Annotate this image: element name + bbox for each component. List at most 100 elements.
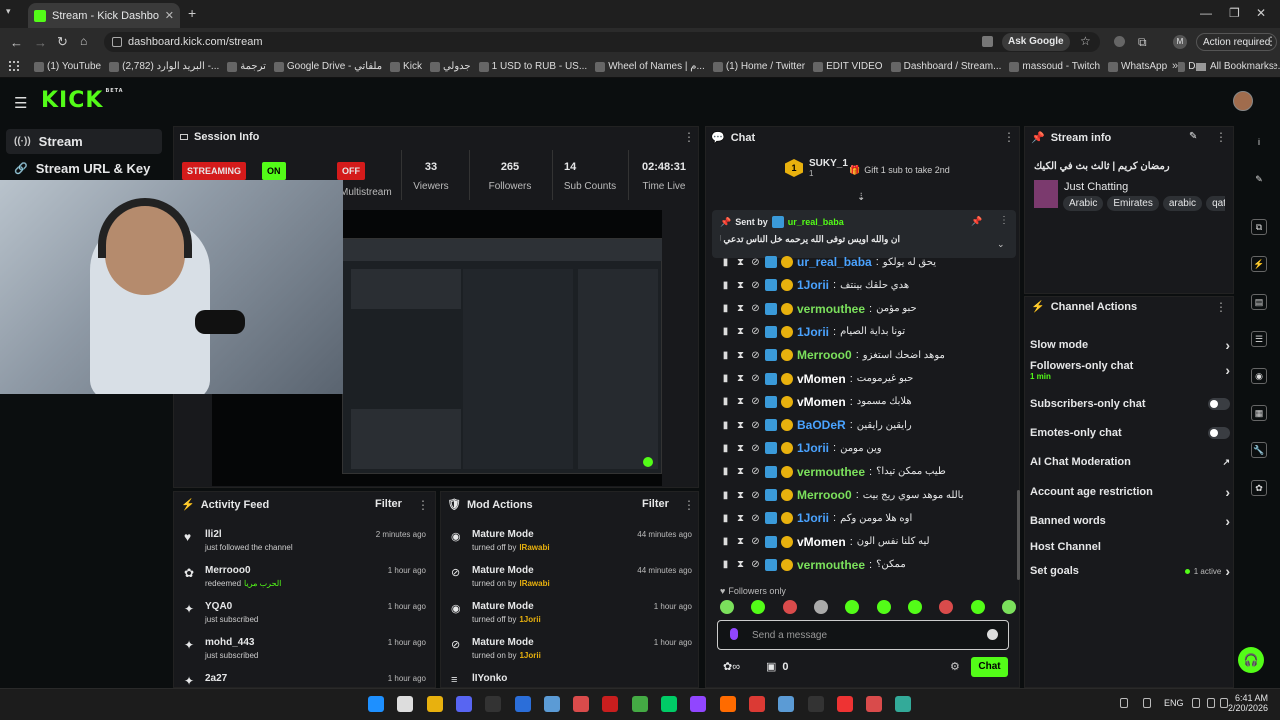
chat-username[interactable]: 1Jorii xyxy=(797,441,829,455)
chat-message[interactable]: ▮ ⧗ ⊘ vermouthee: ممكن؟ xyxy=(720,555,1016,575)
timeout-icon[interactable]: ⧗ xyxy=(735,466,746,477)
chat-message[interactable]: ▮ ⧗ ⊘ vMomen: هلابك مسمود xyxy=(720,392,1016,412)
channel-action-item[interactable]: Followers-only chat 1 min › xyxy=(1030,360,1230,381)
channel-action-control[interactable]: › xyxy=(1225,362,1230,378)
pin-message-icon[interactable]: ▮ xyxy=(720,373,731,384)
maximize-button[interactable]: ❐ xyxy=(1229,6,1240,20)
pin-message-icon[interactable]: ▮ xyxy=(720,443,731,454)
channel-action-control[interactable]: › xyxy=(1225,484,1230,500)
channel-action-item[interactable]: Host Channel xyxy=(1030,537,1230,557)
windows-start-icon[interactable] xyxy=(368,696,384,712)
chat-username[interactable]: Merrooo0 xyxy=(797,488,852,502)
stream-tag[interactable]: Arabic xyxy=(1063,196,1104,211)
activity-user[interactable]: Merrooo0 xyxy=(205,565,251,576)
activity-menu-icon[interactable]: ⋮ xyxy=(417,498,429,512)
bolt-icon[interactable]: ⚡ xyxy=(1251,256,1267,272)
chat-message[interactable]: ▮ ⧗ ⊘ vermouthee: حبو مؤمن xyxy=(720,299,1016,319)
pin-message-icon[interactable]: ▮ xyxy=(720,513,731,524)
emote-icon[interactable] xyxy=(1001,600,1016,614)
chat-message[interactable]: ▮ ⧗ ⊘ vMomen: ليه كلنا نفس الون xyxy=(720,532,1016,552)
edit-pencil-icon[interactable]: ✎ xyxy=(1189,131,1197,142)
extensions-puzzle-icon[interactable]: ⧉ xyxy=(1138,35,1147,50)
bookmark-item[interactable]: (1) YouTube xyxy=(34,61,101,72)
bookmark-item[interactable]: WhatsApp xyxy=(1108,61,1167,72)
ban-icon[interactable]: ⊘ xyxy=(750,420,761,431)
chat-username[interactable]: BaODeR xyxy=(797,418,846,432)
extension-icon[interactable] xyxy=(1114,36,1125,47)
channel-action-item[interactable]: Slow mode › xyxy=(1030,335,1230,355)
chat-message[interactable]: ▮ ⧗ ⊘ ur_real_baba: يحق له يولكو xyxy=(720,252,1016,272)
app-icon[interactable] xyxy=(602,696,619,712)
kick-logo[interactable]: KICK BETA xyxy=(41,88,124,113)
timeout-icon[interactable]: ⧗ xyxy=(735,396,746,407)
pin-message-icon[interactable]: ▮ xyxy=(720,257,731,268)
new-tab-button[interactable]: + xyxy=(188,5,196,21)
chevron-up-icon[interactable] xyxy=(1120,698,1128,708)
ban-icon[interactable]: ⊘ xyxy=(750,350,761,361)
timeout-icon[interactable]: ⧗ xyxy=(735,373,746,384)
pin-message-icon[interactable]: ▮ xyxy=(720,303,731,314)
emote-icon[interactable] xyxy=(720,600,734,614)
gift-box[interactable]: ▣ 0 xyxy=(766,660,789,674)
apps-grid-icon[interactable] xyxy=(9,61,19,71)
timeout-icon[interactable]: ⧗ xyxy=(735,443,746,454)
timeout-icon[interactable]: ⧗ xyxy=(735,536,746,547)
broadcast-icon[interactable]: ◉ xyxy=(1251,368,1267,384)
emote-icon[interactable] xyxy=(970,600,985,614)
activity-user[interactable]: mohd_443 xyxy=(205,637,254,648)
bookmark-item[interactable]: Google Drive - ملفاتي xyxy=(273,61,382,72)
channel-actions-menu-icon[interactable]: ⋮ xyxy=(1215,300,1227,314)
chat-message[interactable]: ▮ ⧗ ⊘ 1Jorii: تونا بداية الصيام xyxy=(720,322,1016,342)
emote-icon[interactable] xyxy=(907,600,922,614)
more-bookmarks-icon[interactable]: » xyxy=(1172,60,1179,72)
activity-user[interactable]: lli2l xyxy=(205,529,222,540)
ban-icon[interactable]: ⊘ xyxy=(750,303,761,314)
collapse-arrow-icon[interactable]: ⇣ xyxy=(857,192,865,203)
pin-message-icon[interactable]: ▮ xyxy=(720,326,731,337)
session-menu-icon[interactable]: ⋮ xyxy=(683,130,695,144)
emote-icon[interactable] xyxy=(939,600,954,614)
hamburger-menu-icon[interactable]: ☰ xyxy=(14,94,27,112)
app-icon[interactable] xyxy=(778,696,795,712)
ban-icon[interactable]: ⊘ xyxy=(750,257,761,268)
all-bookmarks[interactable]: All Bookmarks xyxy=(1196,61,1274,72)
emoji-picker-icon[interactable] xyxy=(987,629,998,640)
premiere-icon[interactable] xyxy=(661,696,677,712)
stream-tag[interactable]: arabic xyxy=(1162,196,1203,211)
back-icon[interactable]: ← xyxy=(10,35,23,50)
chat-username[interactable]: vMomen xyxy=(797,535,846,549)
bookmark-item[interactable]: 1 USD to RUB - US... xyxy=(478,61,587,72)
chat-username[interactable]: 1Jorii xyxy=(797,325,829,339)
activity-user[interactable]: YQA0 xyxy=(205,601,232,612)
channel-action-control[interactable]: 1 active › xyxy=(1184,563,1230,579)
document-icon[interactable]: ▤ xyxy=(1251,294,1267,310)
emote-icon[interactable] xyxy=(751,600,766,614)
user-avatar[interactable] xyxy=(1233,91,1253,111)
channel-points[interactable]: ✿∞ xyxy=(723,660,740,673)
timeout-icon[interactable]: ⧗ xyxy=(735,303,746,314)
timeout-icon[interactable]: ⧗ xyxy=(735,513,746,524)
chat-username[interactable]: 1Jorii xyxy=(797,278,829,292)
chat-send-button[interactable]: Chat xyxy=(971,657,1008,677)
close-tab-icon[interactable]: ✕ xyxy=(165,9,174,22)
youtube-app-icon[interactable] xyxy=(573,696,590,712)
chat-message[interactable]: ▮ ⧗ ⊘ vMomen: حبو غيرمومت xyxy=(720,369,1016,389)
toggle-switch[interactable] xyxy=(1208,427,1230,439)
site-info-icon[interactable] xyxy=(112,37,122,47)
obs-icon[interactable] xyxy=(485,696,502,712)
ban-icon[interactable]: ⊘ xyxy=(750,466,761,477)
chat-scrollbar[interactable] xyxy=(1017,490,1020,580)
chrome-icon[interactable] xyxy=(748,696,765,712)
chat-settings-icon[interactable]: ⚙ xyxy=(950,660,960,673)
excel-icon[interactable] xyxy=(631,696,648,712)
pencil-icon[interactable]: ✎ xyxy=(1251,172,1267,188)
gift-sub-prompt[interactable]: 🎁 Gift 1 sub to take 2nd xyxy=(849,165,950,176)
browser-tab[interactable]: Stream - Kick Dashboard ✕ xyxy=(28,3,180,28)
file-explorer-icon[interactable] xyxy=(426,696,443,712)
chat-username[interactable]: vermouthee xyxy=(797,302,865,316)
browser-menu-icon[interactable]: ⋮ xyxy=(1265,34,1277,48)
pin-message-icon[interactable]: ▮ xyxy=(720,420,731,431)
channel-action-control[interactable]: › xyxy=(1225,513,1230,529)
channel-action-control[interactable] xyxy=(1208,427,1230,439)
ban-icon[interactable]: ⊘ xyxy=(750,490,761,501)
